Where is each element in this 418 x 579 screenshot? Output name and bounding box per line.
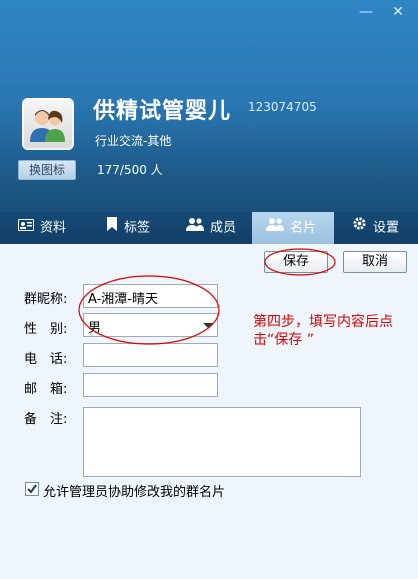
cancel-button[interactable]: 取消 bbox=[343, 251, 407, 273]
allow-admin-checkbox[interactable] bbox=[25, 482, 39, 496]
note-textarea[interactable] bbox=[83, 407, 361, 477]
email-label: 邮 箱: bbox=[24, 382, 68, 397]
tab-tags[interactable]: 标签 bbox=[106, 212, 176, 244]
group-avatar[interactable] bbox=[22, 98, 74, 150]
checkmark-icon bbox=[27, 484, 37, 494]
tab-tags-label: 标签 bbox=[124, 220, 151, 236]
tab-profile[interactable]: 资料 bbox=[18, 212, 88, 244]
members-icon bbox=[186, 212, 204, 244]
tab-members[interactable]: 成员 bbox=[186, 212, 256, 244]
nickname-input[interactable]: A-湘潭-晴天 bbox=[83, 284, 218, 308]
tab-settings-label: 设置 bbox=[373, 220, 400, 236]
group-name: 供精试管婴儿 bbox=[93, 99, 232, 124]
nickname-label: 群昵称: bbox=[24, 292, 68, 307]
gear-icon bbox=[352, 212, 367, 244]
change-icon-button[interactable]: 换图标 bbox=[18, 160, 76, 180]
tab-profile-label: 资料 bbox=[40, 220, 67, 236]
tab-namecard[interactable]: 名片 bbox=[252, 212, 334, 244]
tab-bar: 资料 标签 成员 名片 设置 bbox=[0, 212, 418, 244]
allow-admin-label[interactable]: 允许管理员协助修改我的群名片 bbox=[43, 481, 225, 500]
phone-label: 电 话: bbox=[24, 352, 68, 367]
note-label: 备 注: bbox=[24, 412, 68, 427]
group-id: 123074705 bbox=[248, 100, 317, 114]
gender-select[interactable]: 男 bbox=[83, 313, 218, 337]
save-button[interactable]: 保存 bbox=[264, 251, 328, 273]
instruction-annotation-line1: 第四步，填写内容后点 bbox=[253, 314, 393, 330]
close-button[interactable]: ✕ bbox=[388, 4, 408, 20]
tab-namecard-label: 名片 bbox=[290, 220, 317, 236]
tab-members-label: 成员 bbox=[210, 220, 237, 236]
group-people-icon bbox=[30, 110, 65, 142]
instruction-annotation-line2: 击“保存 ” bbox=[253, 332, 314, 348]
nickname-value: A-湘潭-晴天 bbox=[88, 292, 158, 307]
namecard-icon bbox=[266, 212, 284, 244]
group-category: 行业交流-其他 bbox=[95, 134, 172, 148]
minimize-button[interactable]: — bbox=[356, 4, 376, 20]
gender-value: 男 bbox=[88, 321, 102, 336]
profile-card-icon bbox=[18, 212, 34, 244]
phone-input[interactable] bbox=[83, 343, 218, 367]
email-input[interactable] bbox=[83, 373, 218, 397]
tab-settings[interactable]: 设置 bbox=[352, 212, 416, 244]
gender-label: 性 别: bbox=[24, 322, 68, 337]
member-count: 177/500 人 bbox=[97, 163, 163, 177]
chevron-down-icon bbox=[203, 323, 213, 328]
bookmark-icon bbox=[106, 212, 118, 244]
